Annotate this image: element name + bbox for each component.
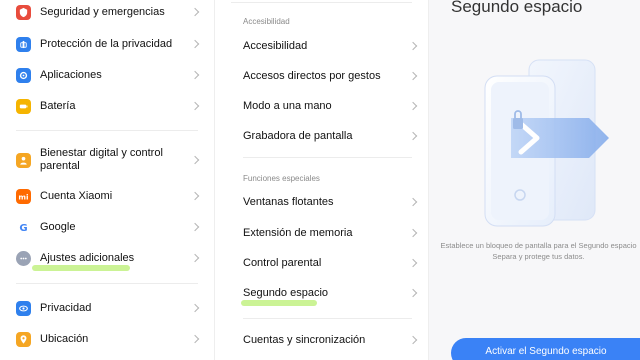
chevron-right-icon [408, 228, 418, 238]
activate-second-space-button[interactable]: Activar el Segundo espacio [451, 338, 640, 360]
top-divider [231, 2, 412, 3]
second-space-illustration [484, 59, 609, 227]
google-icon: G [16, 219, 31, 235]
chevron-right-icon [190, 7, 200, 17]
item-label: Segundo espacio [243, 286, 329, 299]
section-divider [243, 318, 412, 319]
svg-text:G: G [19, 223, 27, 233]
menu-item-modo-una-mano[interactable]: Modo a una mano [215, 97, 428, 115]
page-description: Establece un bloqueo de pantalla para el… [437, 240, 640, 262]
wellbeing-icon [16, 152, 31, 168]
item-label: Seguridad y emergencias [40, 5, 165, 18]
highlight-mark [32, 265, 130, 271]
section-divider [243, 157, 412, 158]
item-label: Bienestar digital y control parental [40, 147, 163, 172]
item-label: Batería [40, 99, 76, 112]
menu-item-control-parental[interactable]: Control parental [215, 254, 428, 272]
item-label: Accesos directos por gestos [243, 69, 381, 82]
item-label: Privacidad [40, 301, 92, 314]
chevron-right-icon [190, 191, 200, 201]
battery-icon [16, 98, 31, 114]
item-label: Ventanas flotantes [243, 195, 334, 208]
settings-item-bateria[interactable]: Batería [0, 97, 214, 115]
item-label: Control parental [243, 256, 322, 269]
item-label: Aplicaciones [40, 68, 102, 81]
chevron-right-icon [408, 101, 418, 111]
additional-settings-list: Accesibilidad Accesibilidad Accesos dire… [214, 0, 428, 360]
second-space-page: Segundo espacio Establece un bloqueo de [428, 0, 640, 360]
settings-item-proteccion-privacidad[interactable]: Protección de la privacidad [0, 35, 214, 53]
privacy-protection-icon [16, 36, 31, 52]
item-label: Ubicación [40, 332, 89, 345]
menu-item-accesos-gestos[interactable]: Accesos directos por gestos [215, 67, 428, 85]
chevron-right-icon [190, 39, 200, 49]
settings-item-privacidad[interactable]: Privacidad [0, 299, 214, 317]
section-divider [16, 283, 198, 284]
item-label: Cuenta Xiaomi [40, 189, 113, 202]
item-label: Cuentas y sincronización [243, 333, 366, 346]
chevron-right-icon [408, 41, 418, 51]
chevron-right-icon [190, 334, 200, 344]
chevron-right-icon [408, 258, 418, 268]
item-label: Accesibilidad [243, 39, 308, 52]
privacy-eye-icon [16, 300, 31, 316]
page-title: Segundo espacio [451, 0, 583, 16]
section-header-funciones-especiales: Funciones especiales [243, 174, 320, 183]
item-label: Protección de la privacidad [40, 37, 173, 50]
xiaomi-account-icon: mi [16, 188, 31, 204]
highlight-mark [241, 300, 317, 306]
description-line-2: Separa y protege tus datos. [492, 252, 585, 261]
menu-item-accesibilidad[interactable]: Accesibilidad [215, 37, 428, 55]
menu-item-grabadora-pantalla[interactable]: Grabadora de pantalla [215, 127, 428, 145]
chevron-right-icon [190, 70, 200, 80]
item-label: Ajustes adicionales [40, 251, 135, 264]
apps-gear-icon [16, 67, 31, 83]
chevron-right-icon [190, 101, 200, 111]
chevron-right-icon [408, 131, 418, 141]
menu-item-cuentas-sincronizacion[interactable]: Cuentas y sincronización [215, 331, 428, 349]
settings-item-cuenta-xiaomi[interactable]: mi Cuenta Xiaomi [0, 187, 214, 205]
more-dots-icon [16, 250, 31, 266]
settings-item-bienestar-digital[interactable]: Bienestar digital y control parental [0, 146, 214, 174]
location-icon [16, 331, 31, 347]
settings-item-ubicacion[interactable]: Ubicación [0, 330, 214, 348]
chevron-right-icon [190, 253, 200, 263]
menu-item-ventanas-flotantes[interactable]: Ventanas flotantes [215, 193, 428, 211]
item-label: Google [40, 220, 76, 233]
section-header-accesibilidad: Accesibilidad [243, 17, 290, 26]
settings-item-aplicaciones[interactable]: Aplicaciones [0, 66, 214, 84]
chevron-right-icon [408, 197, 418, 207]
settings-item-seguridad[interactable]: Seguridad y emergencias [0, 3, 214, 21]
item-label: Extensión de memoria [243, 226, 353, 239]
chevron-right-icon [408, 288, 418, 298]
description-line-1: Establece un bloqueo de pantalla para el… [440, 241, 637, 250]
chevron-right-icon [190, 155, 200, 165]
item-label: Grabadora de pantalla [243, 129, 353, 142]
chevron-right-icon [190, 222, 200, 232]
item-label: Modo a una mano [243, 99, 332, 112]
chevron-right-icon [408, 71, 418, 81]
svg-text:mi: mi [18, 192, 28, 201]
chevron-right-icon [190, 303, 200, 313]
section-divider [16, 130, 198, 131]
settings-item-google[interactable]: G Google [0, 218, 214, 236]
settings-main-list: Seguridad y emergencias Protección de la… [0, 0, 214, 360]
chevron-right-icon [408, 335, 418, 345]
menu-item-extension-memoria[interactable]: Extensión de memoria [215, 224, 428, 242]
shield-emergency-icon [16, 4, 31, 20]
